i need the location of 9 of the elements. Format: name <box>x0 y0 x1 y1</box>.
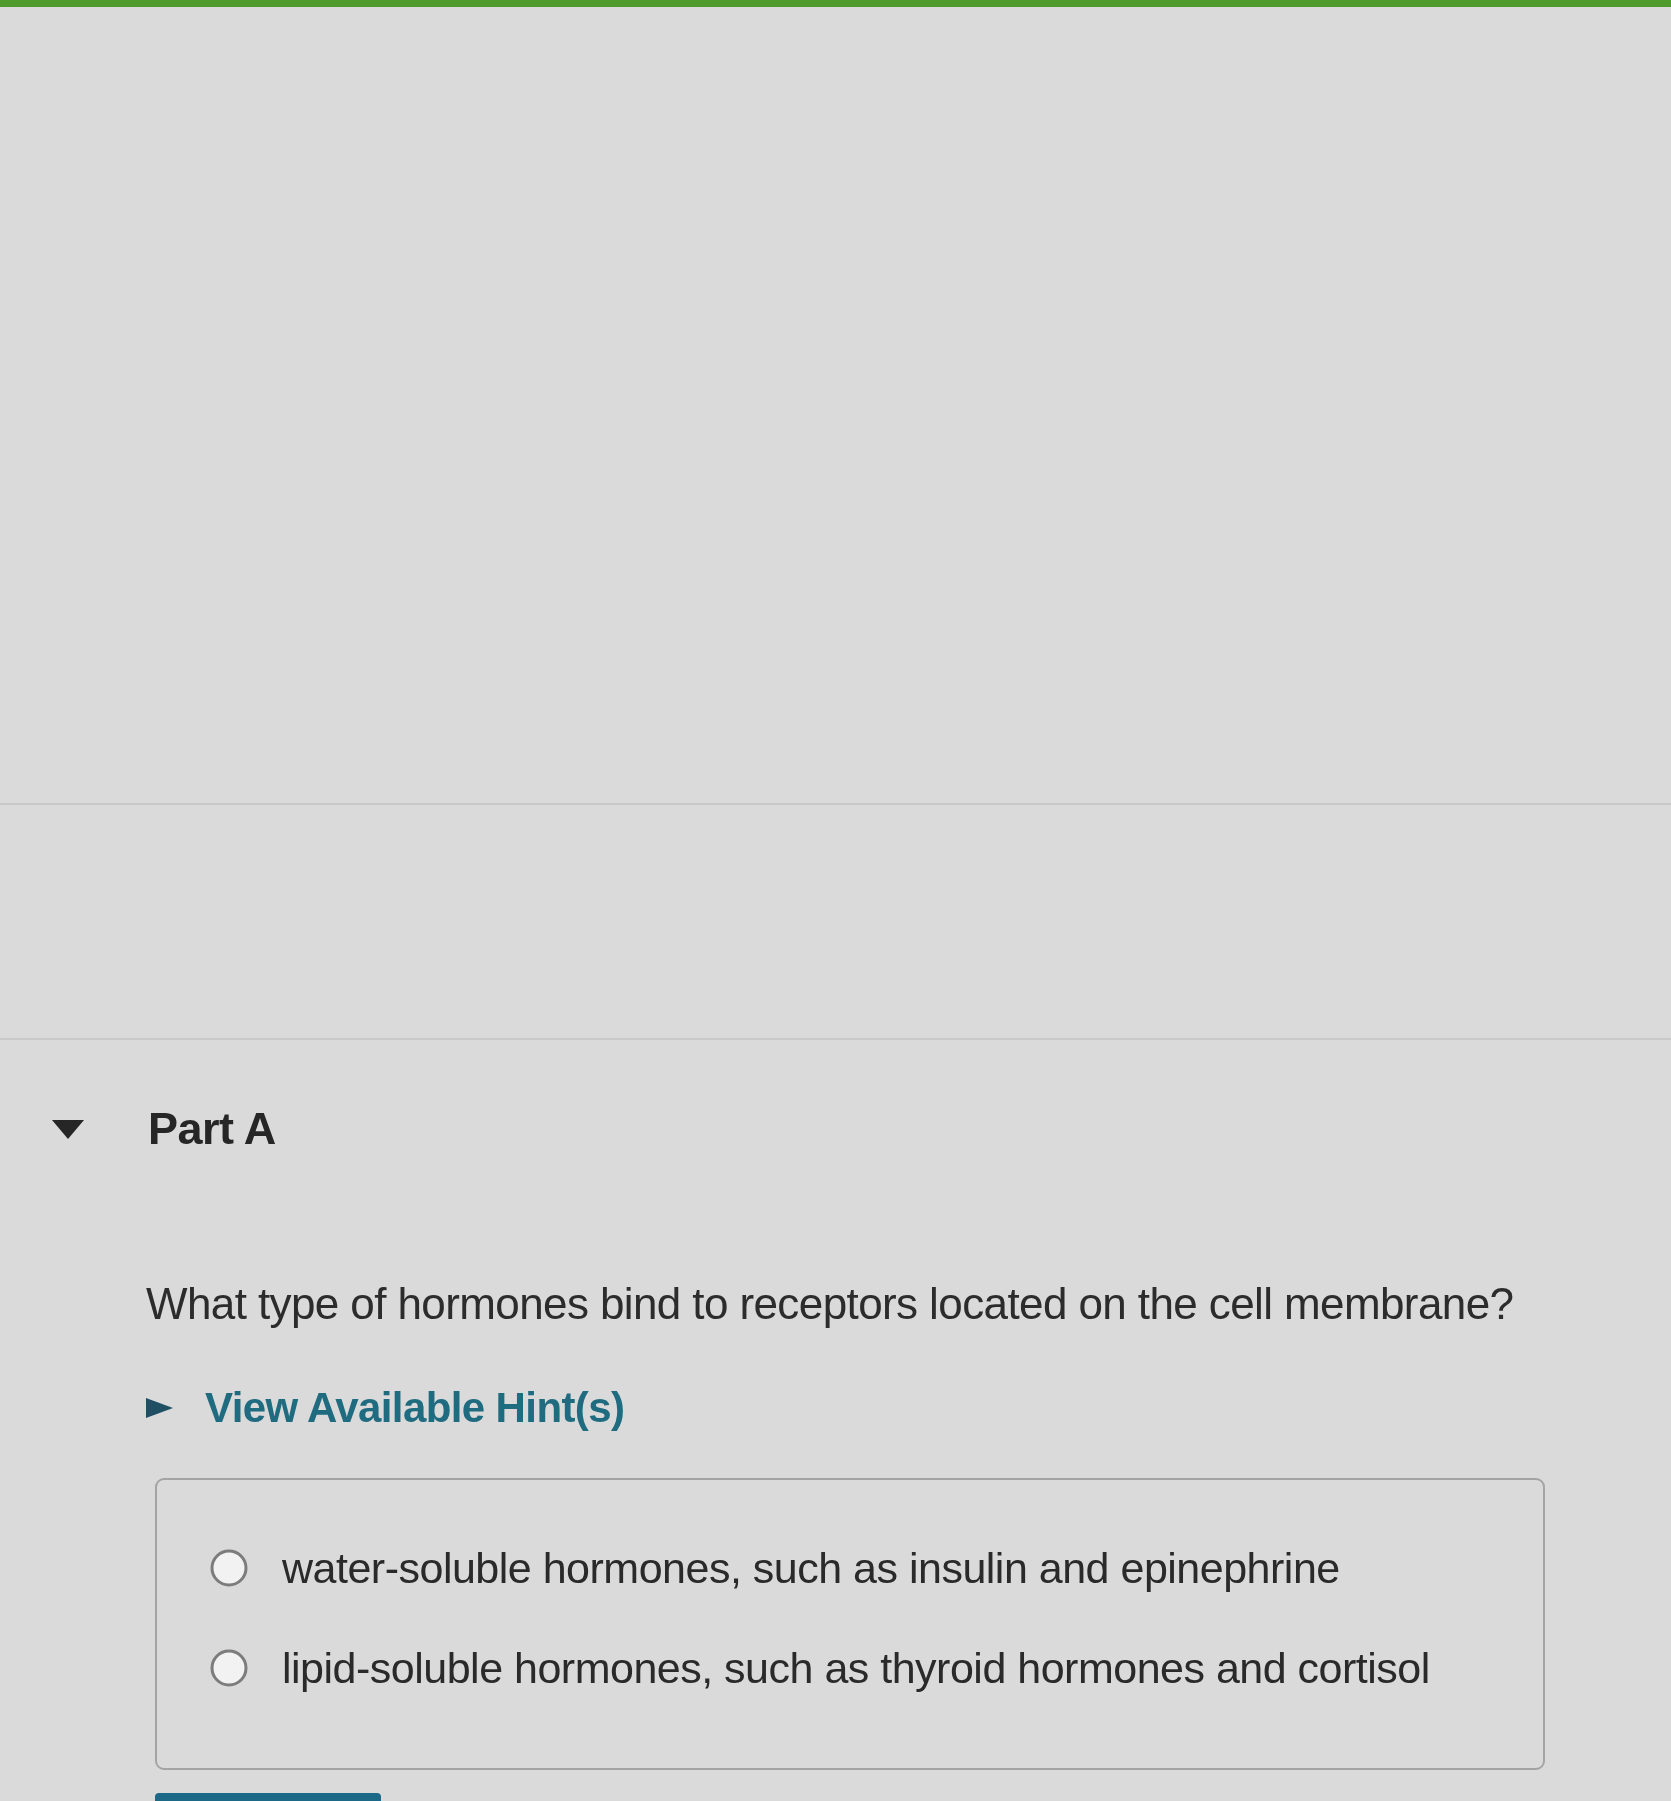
choice-label[interactable]: water-soluble hormones, such as insulin and epinephrine <box>282 1544 1340 1592</box>
choice-label[interactable]: lipid-soluble hormones, such as thyroid hormones and cortisol <box>282 1644 1430 1692</box>
part-toggle[interactable]: Part A <box>52 1102 276 1156</box>
radio-button[interactable] <box>210 1549 248 1587</box>
radio-button[interactable] <box>210 1649 248 1687</box>
caret-icon[interactable] <box>146 1398 173 1418</box>
question-text: What type of hormones bind to receptors located on the cell membrane? <box>146 1280 1515 1328</box>
caret-icon[interactable] <box>52 1119 84 1139</box>
view-hints-link[interactable]: View Available Hint(s) <box>146 1384 625 1432</box>
